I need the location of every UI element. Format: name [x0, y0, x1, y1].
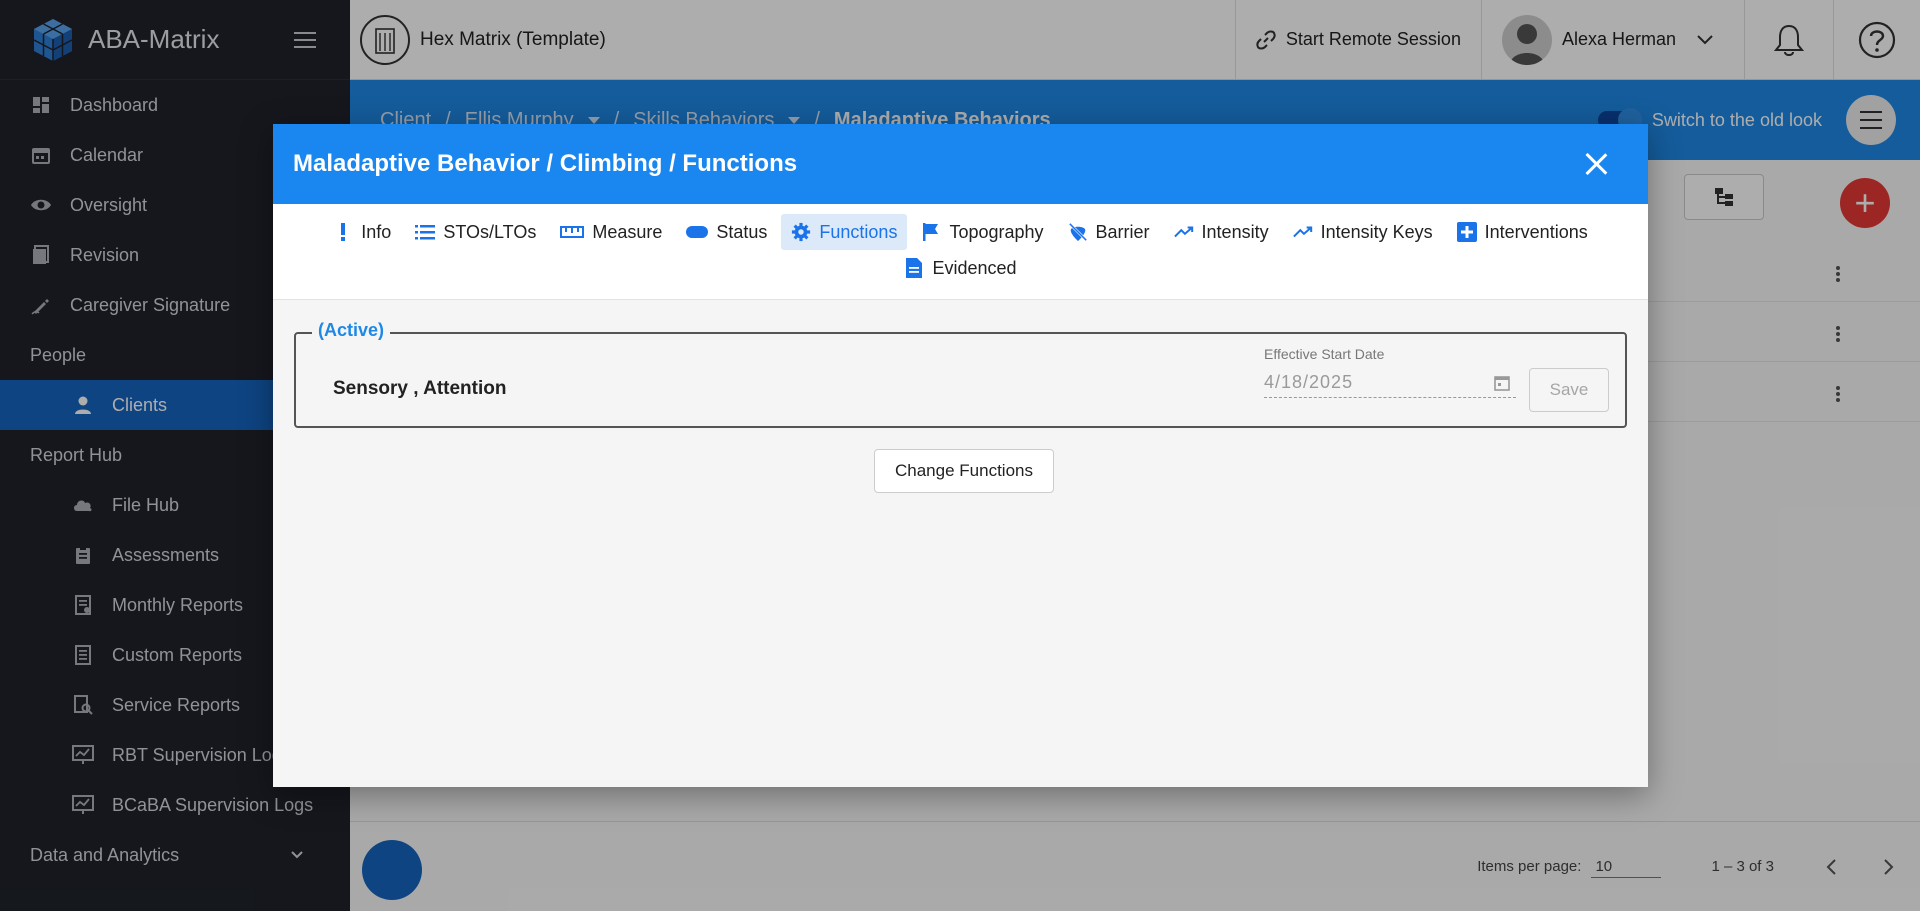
exclamation-icon [333, 222, 353, 242]
trending-up-icon [1173, 222, 1194, 242]
toggle-pill-icon [686, 222, 709, 242]
save-button[interactable]: Save [1529, 368, 1609, 412]
document-icon [904, 258, 924, 278]
effective-start-date-field[interactable]: Effective Start Date 4/18/2025 [1264, 346, 1516, 398]
close-icon[interactable] [1584, 152, 1608, 176]
tab-label: Intensity [1201, 221, 1269, 242]
tab-label: Info [361, 221, 392, 242]
tab-functions[interactable]: Functions [781, 214, 908, 250]
functions-value: Sensory , Attention [333, 378, 507, 399]
active-functions-group: (Active) Sensory , Attention Effective S… [294, 320, 1627, 428]
plus-box-icon [1456, 222, 1477, 242]
tab-intensity[interactable]: Intensity [1164, 214, 1279, 250]
tab-status[interactable]: Status [676, 214, 777, 250]
trending-up-icon [1292, 222, 1313, 242]
tab-label: Evidenced [932, 257, 1017, 278]
barrier-icon [1068, 222, 1088, 242]
change-functions-button[interactable]: Change Functions [874, 449, 1054, 493]
list-icon [415, 222, 436, 242]
tab-label: Status [716, 221, 768, 242]
functions-dialog: Maladaptive Behavior / Climbing / Functi… [273, 124, 1648, 787]
tab-label: Barrier [1095, 221, 1150, 242]
tab-label: Intensity Keys [1320, 221, 1433, 242]
tab-info[interactable]: Info [323, 214, 401, 250]
date-input[interactable]: 4/18/2025 [1264, 368, 1516, 398]
tab-measure[interactable]: Measure [550, 214, 672, 250]
date-label: Effective Start Date [1264, 346, 1385, 362]
tab-label: Topography [949, 221, 1044, 242]
dialog-tabs: Info STOs/LTOs Measure Status Functions … [273, 204, 1648, 300]
tab-label: Measure [592, 221, 663, 242]
ruler-icon [560, 222, 585, 242]
tab-stos-ltos[interactable]: STOs/LTOs [405, 214, 546, 250]
dialog-title: Maladaptive Behavior / Climbing / Functi… [293, 150, 798, 177]
tab-barrier[interactable]: Barrier [1058, 214, 1160, 250]
status-legend: (Active) [312, 320, 391, 341]
tab-label: Functions [819, 221, 898, 242]
tab-label: STOs/LTOs [443, 221, 537, 242]
flag-icon [921, 222, 941, 242]
tab-interventions[interactable]: Interventions [1447, 214, 1598, 250]
calendar-icon[interactable] [1494, 375, 1510, 391]
date-value: 4/18/2025 [1264, 372, 1354, 392]
gear-icon [791, 222, 811, 242]
tab-topography[interactable]: Topography [911, 214, 1053, 250]
tab-intensity-keys[interactable]: Intensity Keys [1283, 214, 1443, 250]
tab-label: Interventions [1484, 221, 1588, 242]
tab-evidenced[interactable]: Evidenced [894, 250, 1026, 286]
dialog-header: Maladaptive Behavior / Climbing / Functi… [273, 124, 1648, 204]
